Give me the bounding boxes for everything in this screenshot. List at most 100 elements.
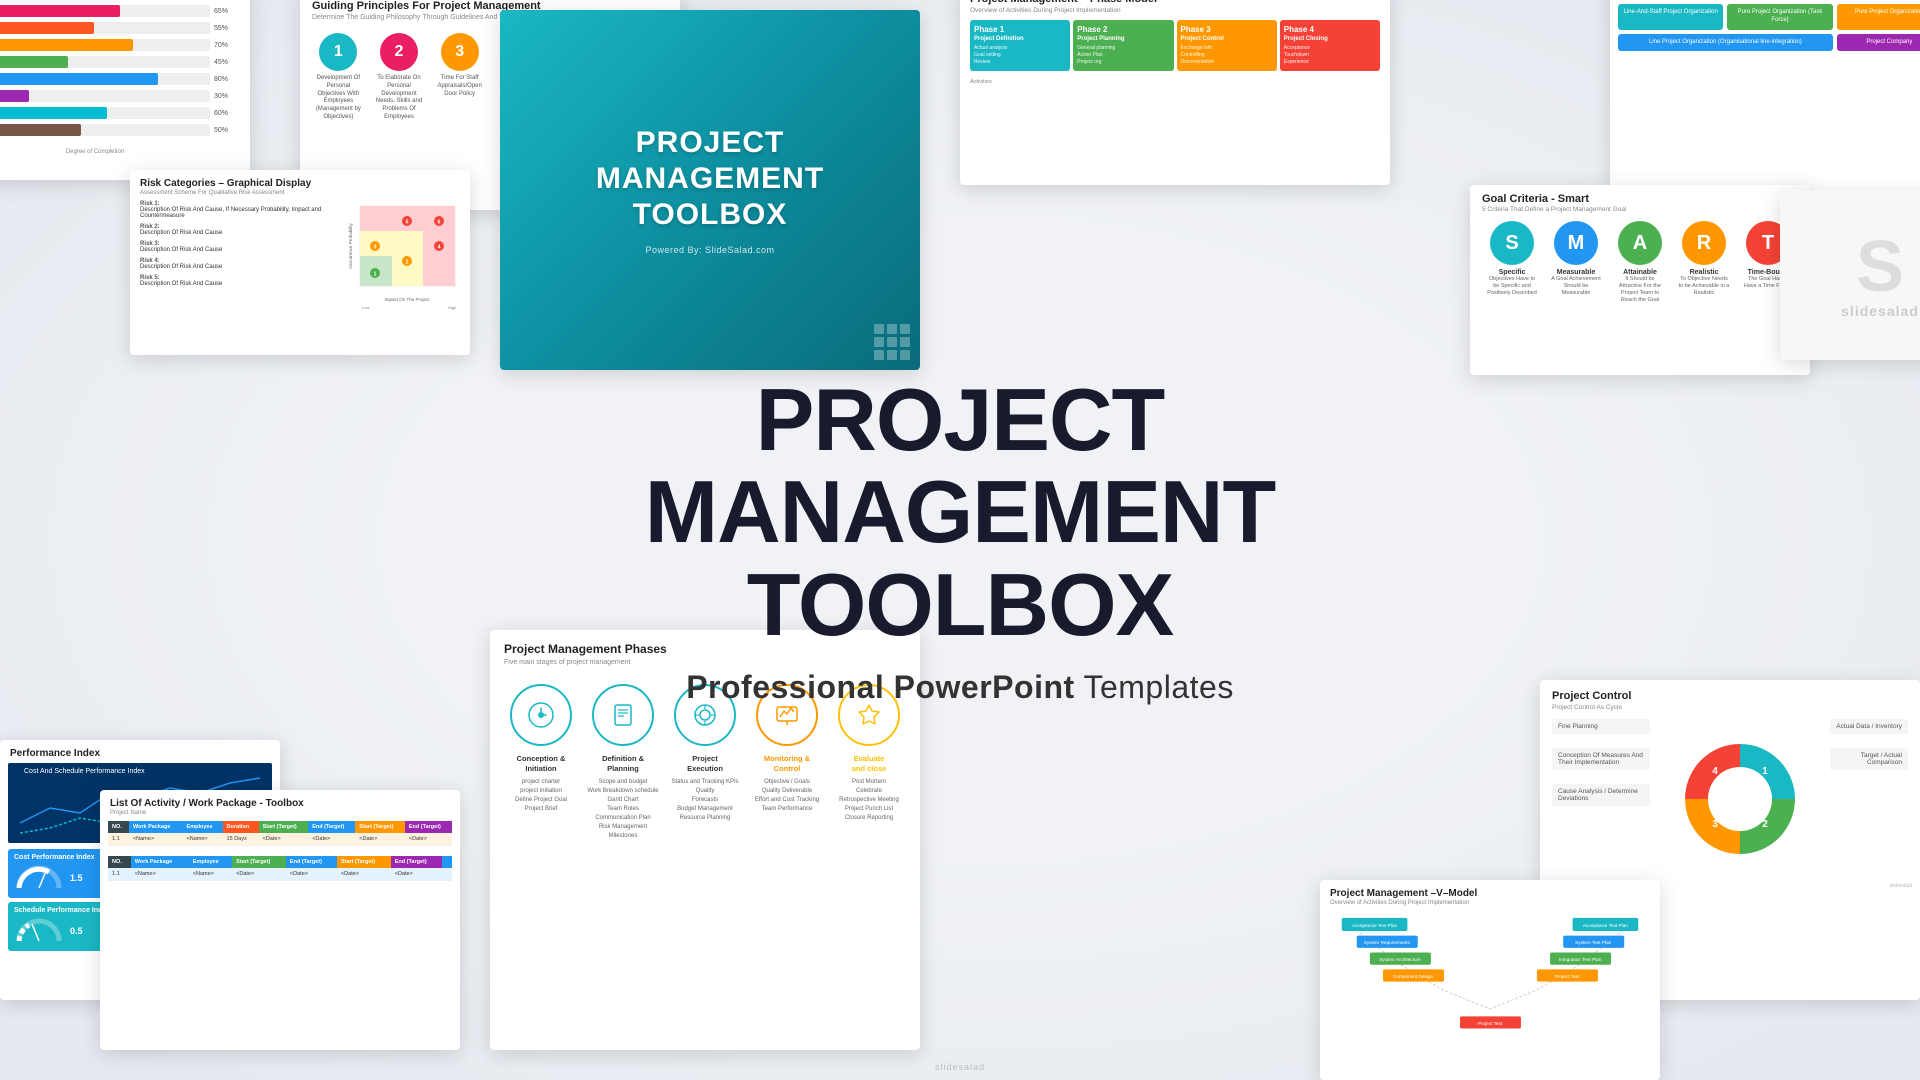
svg-text:Occurrence Probability: Occurrence Probability <box>348 222 353 268</box>
projctrl-label-actual: Actual Data / Inventory <box>1830 719 1908 734</box>
smart-r: R Realistic To Objective Needs to be Ach… <box>1678 221 1730 305</box>
phase-1-box: Phase 1 Project Definition Actual analys… <box>970 20 1070 71</box>
svg-text:Component Design: Component Design <box>1393 974 1434 979</box>
phase-model-slide: Project Management – Phase Model Overvie… <box>960 0 1390 185</box>
phase-model-subtitle: Overview of Activities During Project Im… <box>960 7 1390 20</box>
risk-slide: Risk Categories – Graphical Display Asse… <box>130 170 470 355</box>
smart-a: A Attainable It Should be Attractive For… <box>1614 221 1666 305</box>
svg-text:Integration Test Plan: Integration Test Plan <box>1559 957 1602 962</box>
slidesalad-logo-card: S slidesalad <box>1780 190 1920 360</box>
svg-text:Acceptance Test Plan: Acceptance Test Plan <box>1583 923 1628 928</box>
vmodel-slide: Project Management –V–Model Overview of … <box>1320 880 1660 1080</box>
org-box-5: Project Company <box>1837 34 1920 52</box>
phase-execution-items: Status and Tracking KPIsQualityForecasts… <box>671 778 738 823</box>
projctrl-left-labels: Fine Planning Conception Of Measures And… <box>1552 719 1650 879</box>
svg-text:System Architecture: System Architecture <box>1379 957 1421 962</box>
phases-icons: Conception &Initiation project charterpr… <box>490 676 920 849</box>
vmodel-title: Project Management –V–Model <box>1320 880 1660 900</box>
svg-text:3: 3 <box>1712 819 1718 830</box>
svg-text:1: 1 <box>374 272 377 278</box>
projctrl-subtitle: Project Control As Cycle <box>1540 704 1920 719</box>
vmodel-content: Acceptance Test Plan System Requirements… <box>1320 911 1660 1041</box>
footer-watermark: slidesalad <box>935 1062 985 1072</box>
workpkg-table-2: NO. Work Package Employee Start (Target)… <box>108 856 452 881</box>
svg-text:4: 4 <box>438 245 441 251</box>
phase-conception: Conception &Initiation project charterpr… <box>505 684 577 841</box>
phase-execution: ProjectExecution Status and Tracking KPI… <box>669 684 741 841</box>
risk-content: Risk 1:Description Of Risk And Cause, If… <box>130 201 470 317</box>
org-box-3: Pure Project Organization <box>1837 4 1920 30</box>
workpkg-tables: NO. Work Package Employee Duration Start… <box>100 821 460 881</box>
smart-circles: S Specific Objectives Have to be Specifi… <box>1470 221 1810 313</box>
svg-text:Project Test: Project Test <box>1555 974 1580 979</box>
svg-text:1: 1 <box>1762 766 1768 777</box>
projctrl-label-cause: Cause Analysis / Determine Deviations <box>1552 784 1650 806</box>
svg-text:Low: Low <box>362 305 369 310</box>
risk-title: Risk Categories – Graphical Display <box>130 170 470 190</box>
phase-activities-label: Activities <box>960 75 1390 89</box>
phase-monitoring: Monitoring &Control Objective / GoalsQua… <box>751 684 823 841</box>
risk-item-1: Risk 1:Description Of Risk And Cause, If… <box>140 201 330 219</box>
phase-evaluate: Evaluateand close Post MortemCelebrateRe… <box>833 684 905 841</box>
kpi-cost-val: 1.5 <box>70 873 83 883</box>
org-box-2: Pure Project Organization (Task Force) <box>1727 4 1832 30</box>
hero-card-grid <box>874 324 910 360</box>
phase-monitoring-label: Monitoring &Control <box>764 754 810 774</box>
vmodel-diagram: Acceptance Test Plan System Requirements… <box>1328 915 1652 1037</box>
hero-card-powered: Powered By: SlideSalad.com <box>645 245 774 255</box>
svg-text:Project Test: Project Test <box>1478 1021 1503 1026</box>
org-grid: Line-And-Staff Project Organization Pure… <box>1618 4 1920 51</box>
risk-matrix-svg: 1 2 3 4 5 6 Impact On The Project Occurr… <box>340 201 460 311</box>
projctrl-donut: 1 2 3 4 <box>1660 719 1820 879</box>
guiding-icon-2: 2 To Elaborate On Personal Development N… <box>374 33 424 122</box>
workpkg-subtitle: Project Name <box>100 810 460 821</box>
svg-text:System Requirements: System Requirements <box>1364 940 1411 945</box>
guiding-icon-1: 1 Development Of Personal Objectives Wit… <box>313 33 363 122</box>
hero-card-inner: PROJECT MANAGEMENT TOOLBOX Powered By: S… <box>500 10 920 370</box>
smart-m: M Measurable A Goal Achievement Should b… <box>1550 221 1602 305</box>
risk-item-4: Risk 4:Description Of Risk And Cause <box>140 258 330 270</box>
perf-title: Performance Index <box>0 740 280 763</box>
kpi-schedule-val: 0.5 <box>70 926 83 936</box>
phase-execution-icon <box>674 684 736 746</box>
main-hero-card: PROJECT MANAGEMENT TOOLBOX Powered By: S… <box>500 10 920 370</box>
bar-chart-slide: 65% 55% 70% 45% 80% 30% 60% 50% Degree o… <box>0 0 250 180</box>
projctrl-content: Fine Planning Conception Of Measures And… <box>1540 719 1920 879</box>
hero-card-title: PROJECT MANAGEMENT TOOLBOX <box>520 125 900 233</box>
phase-execution-label: ProjectExecution <box>687 754 723 774</box>
hero-title: PROJECT MANAGEMENT TOOLBOX <box>480 374 1440 651</box>
kpi-cost-gauge <box>14 863 64 893</box>
kpi-schedule-gauge <box>14 916 64 946</box>
vmodel-subtitle: Overview of Activities During Project Im… <box>1320 900 1660 911</box>
phase-evaluate-items: Post MortemCelebrateRetrospective Meetin… <box>839 778 899 823</box>
axis-label: Degree of Completion <box>0 149 238 155</box>
phase-conception-items: project charterproject initiationDefine … <box>515 778 567 814</box>
workpkg-table-1: NO. Work Package Employee Duration Start… <box>108 821 452 846</box>
guiding-icon-3: 3 Time For Staff Appraisals/Open Door Po… <box>435 33 485 122</box>
workpkg-title: List Of Activity / Work Package - Toolbo… <box>100 790 460 810</box>
risk-matrix: 1 2 3 4 5 6 Impact On The Project Occurr… <box>340 201 460 311</box>
svg-text:Impact On The Project: Impact On The Project <box>385 297 431 302</box>
phases-title: Project Management Phases <box>490 630 920 659</box>
svg-text:Cost And Schedule Performance: Cost And Schedule Performance Index <box>24 768 145 775</box>
projctrl-label-target: Target / Actual Comparison <box>1830 748 1908 770</box>
phases-subtitle: Five main stages of project management <box>490 659 920 676</box>
phase-conception-label: Conception &Initiation <box>517 754 566 774</box>
risk-list: Risk 1:Description Of Risk And Cause, If… <box>140 201 330 311</box>
svg-text:2: 2 <box>1762 819 1768 830</box>
org-box-4: Line Project Organization (Organisationa… <box>1618 34 1833 52</box>
phase-conception-icon <box>510 684 572 746</box>
smart-title: Goal Criteria - Smart <box>1470 185 1810 206</box>
phases-slide: Project Management Phases Five main stag… <box>490 630 920 1050</box>
svg-text:4: 4 <box>1712 766 1718 777</box>
smart-s: S Specific Objectives Have to be Specifi… <box>1486 221 1538 305</box>
risk-item-5: Risk 5:Description Of Risk And Cause <box>140 275 330 287</box>
slidesalad-s-icon: S <box>1856 231 1904 303</box>
phase-monitoring-icon <box>756 684 818 746</box>
projctrl-right-labels: Actual Data / Inventory Target / Actual … <box>1830 719 1908 879</box>
phase-4-box: Phase 4 Project Closing AcceptanceTouchd… <box>1280 20 1380 71</box>
projctrl-title: Project Control <box>1540 680 1920 704</box>
phase-2-box: Phase 2 Project Planning General plannin… <box>1073 20 1173 71</box>
svg-text:System Test Plan: System Test Plan <box>1575 940 1612 945</box>
phase-definition: Definition &Planning Scope and budgetWor… <box>587 684 659 841</box>
